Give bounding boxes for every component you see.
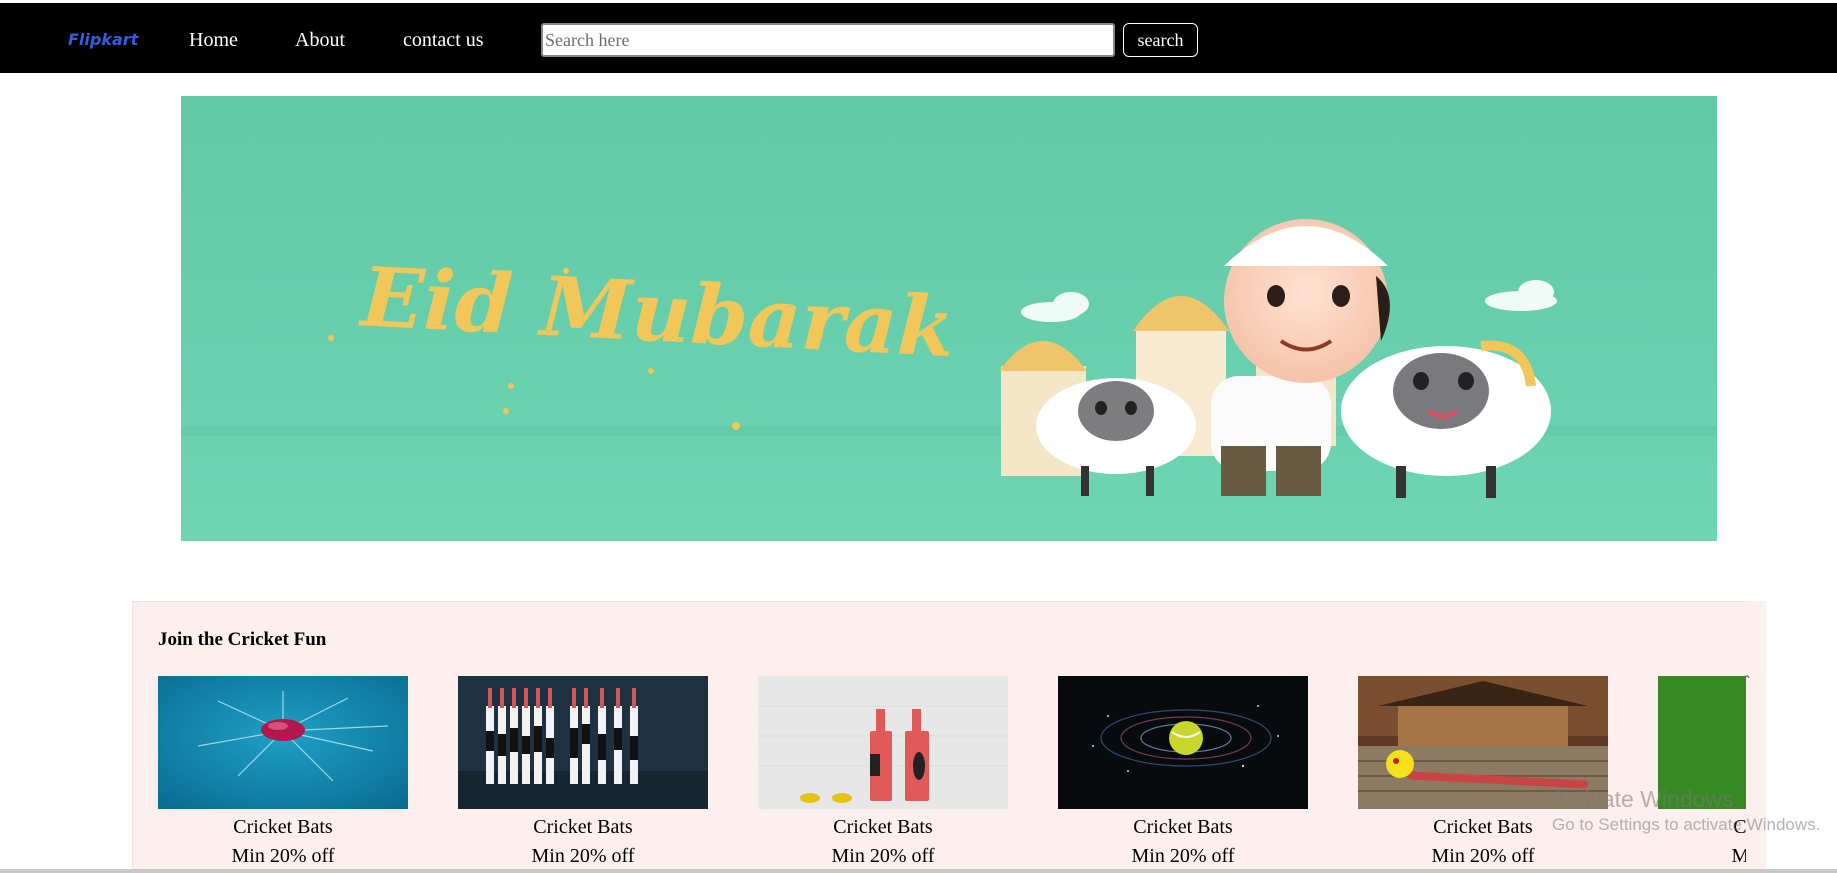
banner-image: Eid Mubarak	[181, 96, 1717, 541]
card-offer: Min 20% off	[531, 845, 635, 867]
brand-logo[interactable]: Flipkart	[68, 30, 138, 49]
card-title: Cricket Bats	[1433, 816, 1533, 838]
product-card[interactable]: Cricket Bats Min 20% off	[758, 676, 1008, 871]
card-title: Cricket Bats	[533, 816, 633, 838]
nav-link-contact[interactable]: contact us	[403, 29, 484, 52]
card-offer: Min 20% off	[1431, 845, 1535, 867]
nav-link-home[interactable]: Home	[189, 29, 238, 52]
product-card[interactable]: Cricket Bats Min 20% off	[158, 676, 408, 871]
product-image	[458, 676, 708, 809]
product-image	[158, 676, 408, 809]
product-card[interactable]: Cricket Bats Min 20% off	[458, 676, 708, 871]
cricket-section: Join the Cricket Fun Cricket Bats Min 20…	[132, 601, 1766, 873]
search-button[interactable]: search	[1123, 23, 1198, 57]
scroll-up-icon[interactable]: ⌃	[1740, 673, 1754, 687]
card-title: Cricket Bats	[233, 816, 333, 838]
search-input[interactable]	[541, 23, 1115, 57]
card-offer: Min 20% off	[1131, 845, 1235, 867]
section-scroll-track[interactable]	[1746, 601, 1766, 873]
horizontal-scrollbar[interactable]	[0, 869, 1837, 873]
nav-link-about[interactable]: About	[295, 29, 345, 52]
navbar: Flipkart Home About contact us search	[0, 3, 1837, 73]
product-image	[1358, 676, 1608, 809]
card-offer: Min 20% off	[231, 845, 335, 867]
product-card[interactable]: Cricket Bats Min 20% off	[1358, 676, 1608, 871]
card-title: Cricket Bats	[1133, 816, 1233, 838]
section-title: Join the Cricket Fun	[158, 629, 327, 650]
card-title: Cricket Bats	[833, 816, 933, 838]
hero-banner[interactable]: Eid Mubarak	[181, 96, 1717, 541]
product-image	[1058, 676, 1308, 809]
product-image	[758, 676, 1008, 809]
card-offer: Min 20% off	[831, 845, 935, 867]
product-card[interactable]: Cricket Bats Min 20% off	[1058, 676, 1308, 871]
